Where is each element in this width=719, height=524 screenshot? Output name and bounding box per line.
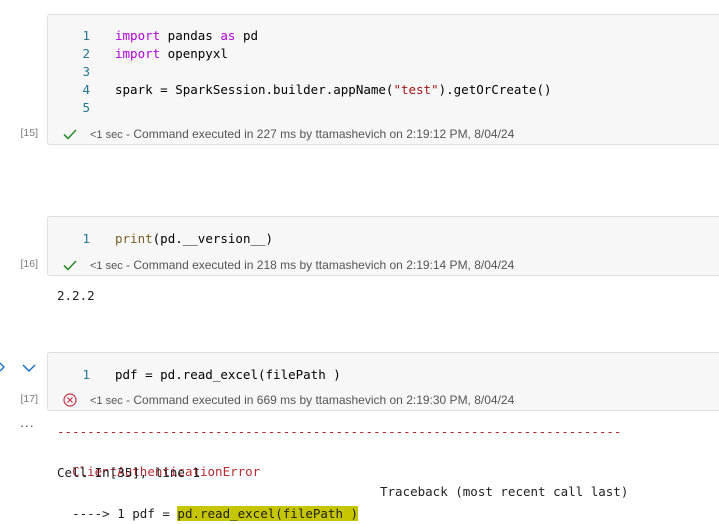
traceback-separator: ----------------------------------------… (57, 424, 622, 439)
code-line[interactable]: 2 import openpyxl (48, 45, 719, 63)
duration-label: <1 sec (90, 260, 123, 272)
code-text: import openpyxl (115, 45, 228, 63)
code-token: as (220, 28, 236, 43)
code-editor[interactable]: 1 print(pd.__version__) (48, 230, 719, 248)
code-line[interactable]: 3 (48, 63, 719, 81)
execution-count: [16] (20, 258, 38, 270)
cell-reference: Cell In[35], line 1 (57, 465, 200, 480)
code-cell-2[interactable]: 1 print(pd.__version__) <1 sec - Command … (47, 216, 719, 276)
code-text: pdf = pd.read_excel(filePath ) (115, 366, 341, 384)
line-number: 4 (82, 82, 90, 97)
execution-count: [17] (20, 393, 38, 405)
code-editor[interactable]: 1 import pandas as pd 2 import openpyxl 3 4 sp… (48, 27, 719, 122)
code-token: spark = SparkSession.builder.appName( (115, 82, 394, 97)
error-circle-icon (63, 393, 77, 407)
line-number: 1 (82, 28, 90, 43)
code-cell-1[interactable]: 1 import pandas as pd 2 import openpyxl 3 4 sp… (47, 14, 719, 145)
traceback-label: Traceback (most recent call last) (380, 484, 629, 499)
execution-count: [15] (20, 127, 38, 139)
line-number: 2 (82, 46, 90, 61)
chevron-down-icon[interactable] (22, 364, 36, 373)
code-text: spark = SparkSession.builder.appName("te… (115, 81, 552, 99)
status-text: - Command executed in 669 ms by ttamashe… (122, 393, 515, 407)
duration-label: <1 sec (90, 395, 123, 407)
code-token: openpyxl (160, 46, 228, 61)
check-icon (63, 260, 77, 271)
check-icon (63, 129, 77, 140)
code-token: pdf = pd.read_excel(filePath ) (115, 367, 341, 382)
code-cell-3[interactable]: 1 pdf = pd.read_excel(filePath ) <1 sec -… (47, 352, 719, 411)
code-text: print(pd.__version__) (115, 230, 273, 248)
code-token: "test" (393, 82, 439, 97)
more-options-icon[interactable]: ... (20, 414, 35, 430)
error-code-line: ----> 1 pdf = pd.read_excel(filePath ) (57, 484, 359, 521)
code-line[interactable]: 5 (48, 99, 719, 117)
code-editor[interactable]: 1 pdf = pd.read_excel(filePath ) (48, 366, 719, 384)
highlighted-code: pd.read_excel(filePath ) (177, 506, 359, 521)
line-number: 1 (82, 367, 90, 382)
code-token: ).getOrCreate() (438, 82, 552, 97)
code-token: (pd.__version__) (152, 231, 274, 246)
code-token: import (115, 46, 161, 61)
code-token: print (115, 231, 153, 246)
arrow-prefix: ----> 1 pdf = (72, 506, 178, 521)
run-arrow-icon[interactable] (0, 362, 6, 372)
status-text: - Command executed in 218 ms by ttamashe… (122, 258, 515, 272)
code-token: import (115, 28, 161, 43)
cell-output: 2.2.2 (57, 288, 95, 303)
code-line[interactable]: 1 pdf = pd.read_excel(filePath ) (48, 366, 719, 384)
line-number: 5 (82, 100, 90, 115)
error-header: ClientAuthenticationError Traceback (mos… (57, 442, 628, 499)
line-number: 1 (82, 231, 90, 246)
duration-label: <1 sec (90, 129, 123, 141)
code-line[interactable]: 4 spark = SparkSession.builder.appName("t… (48, 81, 719, 99)
code-token: pandas (160, 28, 221, 43)
code-text: import pandas as pd (115, 27, 258, 45)
code-line[interactable]: 1 print(pd.__version__) (48, 230, 719, 248)
code-token: pd (235, 28, 259, 43)
code-line[interactable]: 1 import pandas as pd (48, 27, 719, 45)
status-text: - Command executed in 227 ms by ttamashe… (122, 127, 515, 141)
line-number: 3 (82, 64, 90, 79)
